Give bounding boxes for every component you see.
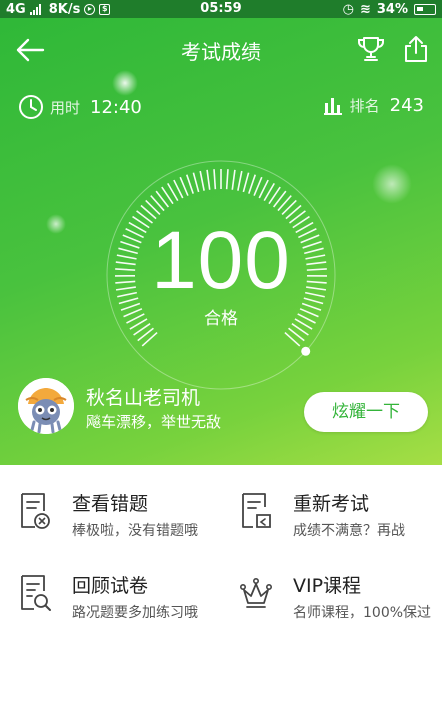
score-value: 100 (151, 215, 291, 306)
action-menu: 查看错题 棒极啦，没有错题哦 重新考试 成绩不满意？再战 回顾试卷 路况题要多加… (0, 465, 442, 720)
nav-bar: 考试成绩 (0, 18, 442, 80)
menu-item-review-paper[interactable]: 回顾试卷 路况题要多加练习哦 (0, 553, 221, 637)
time-stat: 用时 12:40 (18, 94, 142, 120)
wifi-icon: ≋ (359, 1, 371, 17)
gauge-tick (225, 169, 229, 190)
trophy-icon[interactable] (356, 34, 386, 64)
wrong-questions-icon (21, 493, 50, 529)
menu-subtitle: 棒极啦，没有错题哦 (72, 523, 198, 539)
battery-icon (414, 3, 436, 15)
clock-icon (19, 95, 43, 119)
alarm-icon: ◷ (342, 1, 354, 17)
gauge-pointer-dot (301, 346, 311, 356)
avatar[interactable] (18, 378, 74, 434)
menu-item-vip-course[interactable]: VIP课程 名师课程，100%保过 (221, 553, 442, 637)
gauge-tick (231, 169, 236, 190)
menu-title: 回顾试卷 (72, 575, 149, 597)
retake-exam-icon (242, 493, 271, 528)
time-value: 12:40 (90, 96, 142, 118)
user-name: 秋名山老司机 (86, 387, 201, 409)
crown-icon (239, 578, 272, 608)
gauge-tick (192, 172, 200, 193)
menu-title: 重新考试 (293, 493, 370, 515)
menu-title: 查看错题 (72, 493, 149, 515)
gauge-tick (237, 170, 243, 191)
menu-subtitle: 成绩不满意？再战 (293, 523, 405, 539)
gauge-tick (179, 176, 189, 196)
menu-item-retake-exam[interactable]: 重新考试 成绩不满意？再战 (221, 471, 442, 555)
rank-value: 243 (389, 94, 424, 116)
user-motto: 飚车漂移，举世无敌 (86, 413, 222, 431)
rank-label: 排名 (349, 96, 380, 115)
gauge-tick (242, 172, 250, 193)
mascot-avatar-icon (18, 378, 74, 434)
show-off-button[interactable]: 炫耀一下 (304, 392, 428, 432)
gauge-tick (199, 170, 205, 191)
sparkle-decoration (372, 164, 412, 204)
time-label: 用时 (50, 98, 81, 117)
menu-subtitle: 名师课程，100%保过 (293, 605, 432, 621)
gauge-tick (185, 174, 194, 194)
gauge-tick (248, 174, 257, 194)
menu-title: VIP课程 (293, 575, 362, 597)
share-icon[interactable] (402, 34, 430, 64)
menu-subtitle: 路况题要多加练习哦 (72, 605, 198, 621)
bar-chart-icon (323, 98, 342, 115)
result-header: 考试成绩 用时 12:40 排名 243 100 合格 秋名山老司机 飚车漂移，… (0, 18, 442, 465)
gauge-pointer (301, 346, 311, 356)
gauge-tick (213, 169, 217, 190)
user-info: 秋名山老司机 飚车漂移，举世无敌 炫耀一下 (18, 378, 428, 438)
rank-stat: 排名 243 (322, 94, 424, 116)
review-paper-icon (21, 575, 51, 611)
menu-item-wrong-questions[interactable]: 查看错题 棒极啦，没有错题哦 (0, 471, 221, 555)
status-bar: 4G 8K/s ▸ $ 05:59 ◷ ≋ 34% (0, 0, 442, 18)
status-right: ◷ ≋ 34% (343, 0, 436, 18)
battery-percent: 34% (376, 1, 408, 17)
gauge-tick (253, 176, 263, 196)
pass-status: 合格 (204, 309, 238, 329)
gauge-tick (206, 169, 211, 190)
